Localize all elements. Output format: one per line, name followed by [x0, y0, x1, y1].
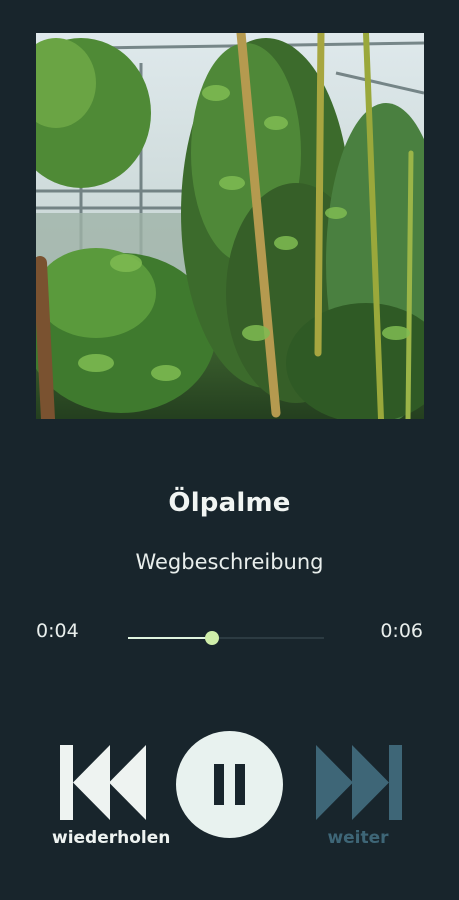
seek-thumb[interactable] [205, 631, 220, 645]
pause-icon [214, 764, 245, 805]
play-pause-button[interactable] [176, 731, 283, 838]
previous-label[interactable]: wiederholen [52, 828, 170, 848]
seek-bar[interactable] [128, 627, 324, 649]
total-time: 0:06 [380, 620, 423, 642]
elapsed-time: 0:04 [36, 620, 79, 642]
track-title: Ölpalme [168, 488, 291, 518]
skip-previous-icon[interactable] [60, 745, 148, 820]
skip-next-icon[interactable] [314, 745, 402, 820]
album-artwork [36, 33, 424, 419]
track-subtitle: Wegbeschreibung [135, 550, 324, 574]
seek-progress [128, 637, 213, 639]
next-label[interactable]: weiter [306, 828, 410, 848]
